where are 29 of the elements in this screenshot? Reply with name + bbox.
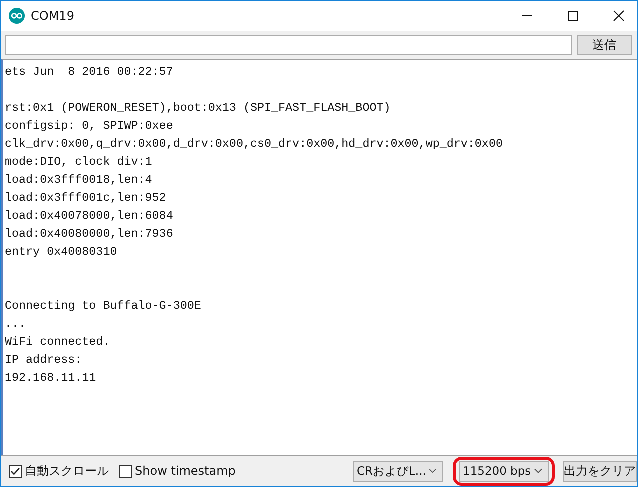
send-input-field[interactable]: [5, 35, 572, 55]
console-line: entry 0x40080310: [5, 244, 118, 261]
close-icon[interactable]: [613, 10, 625, 22]
chevron-down-icon: [534, 468, 543, 474]
checkbox-label: Show timestamp: [135, 464, 236, 478]
checkbox[interactable]: [119, 464, 132, 478]
console-line: load:0x3fff001c,len:952: [5, 190, 168, 207]
clear-output-button[interactable]: 出力をクリア: [563, 460, 637, 482]
checkbox[interactable]: [9, 464, 22, 478]
app-logo-icon: [9, 8, 25, 24]
console-line: load:0x3fff0018,len:4: [5, 172, 154, 189]
console-line: Connecting to Buffalo-G-300E: [5, 298, 202, 315]
console-line: clk_drv:0x00,q_drv:0x00,d_drv:0x00,cs0_drv:0x00,hd_drv:0x00,wp_drv:0x00: [5, 136, 504, 153]
console-line: WiFi connected.: [5, 334, 112, 351]
console-line: ets Jun 8 2016 00:22:57: [5, 64, 174, 81]
chevron-down-icon: [429, 468, 437, 474]
console-line: configsip: 0, SPIWP:0xee: [5, 118, 174, 135]
dropdown[interactable]: 115200 bps: [453, 456, 555, 486]
console-line: 192.168.11.11: [5, 370, 98, 387]
maximize-icon[interactable]: [567, 10, 579, 22]
console-line: load:0x40078000,len:6084: [5, 208, 174, 225]
checkbox-label: 自動スクロール: [25, 462, 109, 480]
console-line: mode:DIO, clock div:1: [5, 154, 154, 171]
window-title: COM19: [31, 9, 74, 23]
send-button[interactable]: 送信: [577, 35, 632, 55]
console-line: ...: [5, 316, 28, 333]
console-line: IP address:: [5, 352, 84, 369]
console-line: load:0x40080000,len:7936: [5, 226, 174, 243]
console-line: rst:0x1 (POWERON_RESET),boot:0x13 (SPI_FAST_FLASH_BOOT): [5, 100, 392, 117]
